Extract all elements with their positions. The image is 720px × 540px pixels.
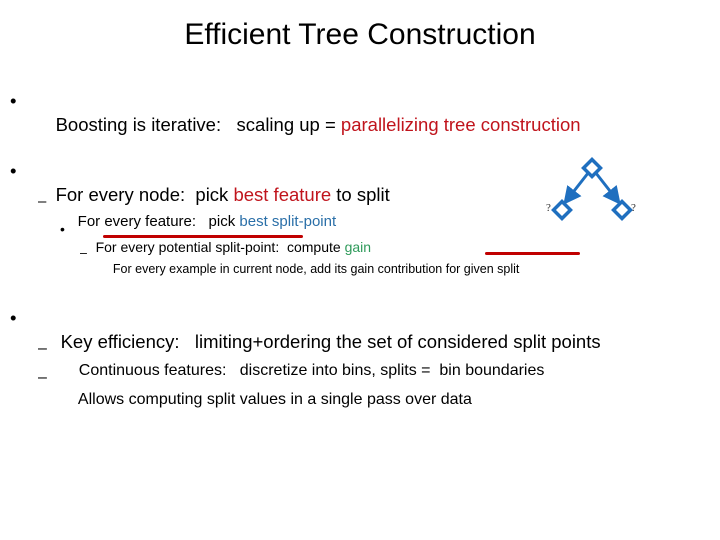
bullet-text-segment: For every example in current node, add i… [112,262,446,276]
bullet-text-segment: Allows computing split values in a singl… [77,391,472,408]
bullet-text-segment: to split [331,184,390,205]
dash-marker: – [80,246,87,260]
dash-marker: – [38,340,47,357]
red-underline-annotation [103,235,303,238]
highlight-parallelizing: parallelizing tree construction [340,114,581,135]
bullet-marker: • [10,90,17,111]
sub-bullet-single-pass: Allows computing split values in a singl… [61,367,472,433]
bullet-1-text: Boosting is iterative: scaling up = para… [35,89,581,161]
tree-split-diagram: ? ? [546,157,636,221]
right-child-question-label: ? [631,202,636,214]
bullet-text-segment: Boosting is iterative: scaling up = [55,114,341,135]
dash-marker: – [38,193,47,210]
dash-marker: – [38,369,47,386]
bullet-marker: • [10,307,17,328]
struck-text-for-given-split: for given split [445,262,520,276]
right-child-node-diamond [611,199,633,221]
slide-title: Efficient Tree Construction [184,18,536,51]
bullet-marker: • [10,160,17,181]
left-child-question-label: ? [546,202,551,214]
red-strikethrough-annotation [485,252,580,255]
bullet-marker: • [60,221,65,237]
level4-example-text: For every example in current node, add i… [99,245,519,293]
left-child-node-diamond [551,199,573,221]
